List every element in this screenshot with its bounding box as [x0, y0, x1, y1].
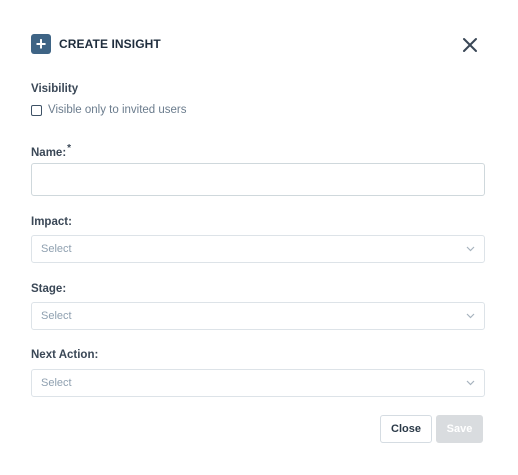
required-mark: *: [67, 143, 72, 154]
name-label-text: Name:: [31, 146, 67, 159]
next-action-select-value: Select: [41, 377, 72, 389]
plus-icon: +: [31, 34, 51, 54]
modal-header: + CREATE INSIGHT: [31, 34, 161, 54]
next-action-label: Next Action:: [31, 349, 99, 361]
impact-select[interactable]: Select: [31, 235, 485, 263]
stage-label: Stage:: [31, 283, 67, 295]
impact-select-value: Select: [41, 243, 72, 255]
visibility-checkbox[interactable]: [31, 104, 42, 116]
create-insight-modal: + CREATE INSIGHT Visibility Visible only…: [0, 0, 518, 475]
visibility-checkbox-label[interactable]: Visible only to invited users: [48, 104, 187, 116]
impact-label: Impact:: [31, 216, 72, 228]
visibility-label: Visibility: [31, 83, 79, 95]
chevron-down-icon: [466, 246, 475, 252]
name-label: Name:*: [31, 143, 71, 159]
name-input[interactable]: [31, 163, 485, 196]
chevron-down-icon: [466, 380, 475, 386]
close-button[interactable]: Close: [380, 415, 432, 443]
chevron-down-icon: [466, 313, 475, 319]
next-action-select[interactable]: Select: [31, 369, 485, 397]
visibility-checkbox-row[interactable]: Visible only to invited users: [31, 104, 187, 116]
stage-select-value: Select: [41, 310, 72, 322]
plus-glyph: +: [35, 34, 47, 54]
save-button[interactable]: Save: [436, 415, 483, 443]
close-icon[interactable]: [462, 37, 478, 53]
stage-select[interactable]: Select: [31, 302, 485, 330]
modal-title: CREATE INSIGHT: [59, 37, 161, 51]
